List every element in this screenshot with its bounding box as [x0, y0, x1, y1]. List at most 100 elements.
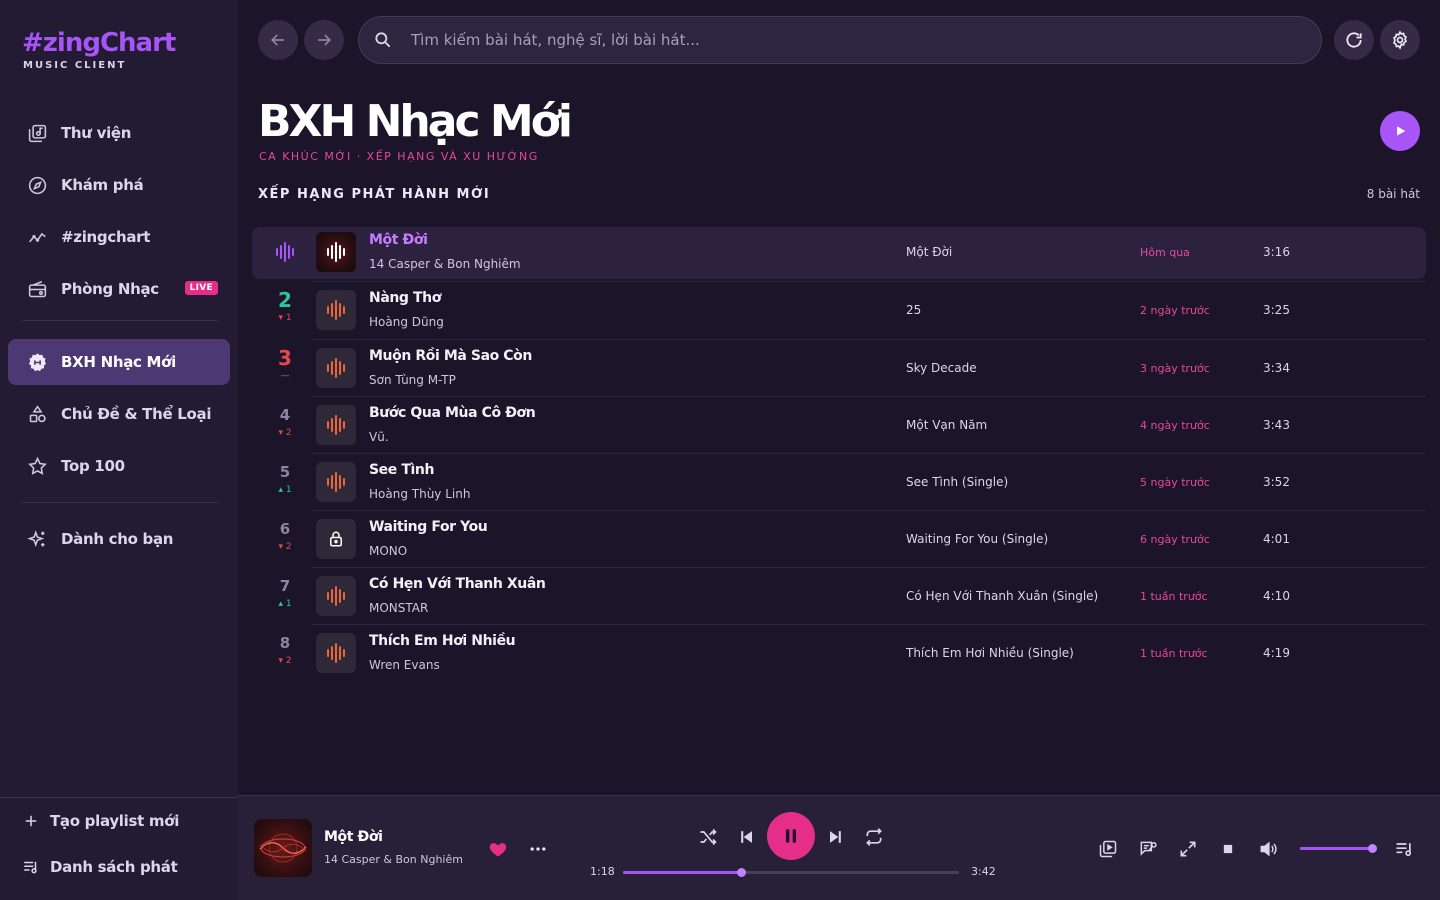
- table-row[interactable]: 7 ▴ 1 Có Hẹn Với Thanh Xuân MONSTAR Có Hẹn V…: [252, 571, 1426, 623]
- shuffle-button[interactable]: [696, 825, 720, 849]
- song-artist[interactable]: Wren Evans: [369, 658, 440, 672]
- like-button[interactable]: [486, 837, 510, 861]
- song-artist[interactable]: Hoàng Thùy Linh: [369, 487, 470, 501]
- song-title[interactable]: Nàng Thơ: [369, 290, 441, 306]
- play-pause-button[interactable]: [767, 812, 815, 860]
- song-title[interactable]: Thích Em Hơi Nhiều: [369, 633, 516, 649]
- song-album[interactable]: Sky Decade: [906, 361, 977, 375]
- release-date: 1 tuần trước: [1140, 590, 1208, 603]
- progress-handle[interactable]: [736, 868, 746, 877]
- repeat-button[interactable]: [862, 825, 886, 849]
- sidebar-item-label: Khám phá: [61, 176, 144, 194]
- logo-tagline: MUSIC CLIENT: [23, 60, 127, 71]
- play-all-button[interactable]: [1380, 111, 1420, 151]
- sidebar-footer: Tạo playlist mới Danh sách phát: [0, 797, 238, 900]
- pause-icon: [786, 829, 796, 843]
- song-duration: 3:16: [1263, 245, 1290, 259]
- now-playing-artist[interactable]: 14 Casper & Bon Nghiêm: [324, 853, 463, 866]
- sidebar-item-discover[interactable]: Khám phá: [8, 162, 230, 208]
- release-date: 2 ngày trước: [1140, 304, 1210, 317]
- release-date: 6 ngày trước: [1140, 533, 1210, 546]
- playlist-button[interactable]: [1392, 837, 1416, 861]
- row-divider: [312, 281, 1426, 282]
- mv-button[interactable]: [1096, 837, 1120, 861]
- next-button[interactable]: [823, 825, 847, 849]
- song-artist[interactable]: MONO: [369, 544, 407, 558]
- song-artist[interactable]: Sơn Tùng M-TP: [369, 373, 456, 387]
- sidebar-item-label: Chủ Đề & Thể Loại: [61, 405, 212, 423]
- lyrics-button[interactable]: [1136, 837, 1160, 861]
- table-row[interactable]: 4 ▾ 2 Bước Qua Mùa Cô Đơn Vũ. Một Vạn Năm 4 n…: [252, 400, 1426, 452]
- song-title[interactable]: Một Đời: [369, 232, 428, 248]
- song-thumbnail: [316, 576, 356, 616]
- search-input[interactable]: [411, 31, 1291, 49]
- rank-number: 2: [278, 288, 292, 312]
- table-row[interactable]: Một Đời 14 Casper & Bon Nghiêm Một Đời Hôm …: [252, 227, 1426, 279]
- previous-button[interactable]: [735, 825, 759, 849]
- song-title[interactable]: Waiting For You: [369, 519, 488, 535]
- rank-change: ▴ 1: [278, 599, 292, 609]
- sidebar-item-topics[interactable]: Chủ Đề & Thể Loại: [8, 391, 230, 437]
- more-horizontal-icon: [530, 847, 546, 851]
- now-playing-title[interactable]: Một Đời: [324, 829, 383, 845]
- shapes-icon: [26, 403, 48, 425]
- stop-button[interactable]: [1216, 837, 1240, 861]
- song-duration: 3:52: [1263, 475, 1290, 489]
- more-options-button[interactable]: [526, 837, 550, 861]
- skip-back-icon: [741, 831, 752, 843]
- table-row[interactable]: 3— Muộn Rồi Mà Sao Còn Sơn Tùng M-TP Sky De…: [252, 343, 1426, 395]
- sidebar-item-radio[interactable]: Phòng Nhạc LIVE: [8, 266, 230, 312]
- song-title[interactable]: See Tình: [369, 462, 434, 478]
- sidebar-item-library[interactable]: Thư viện: [8, 110, 230, 156]
- logo[interactable]: #zingChart MUSIC CLIENT: [22, 28, 176, 71]
- rank-change: —: [280, 371, 290, 381]
- song-title[interactable]: Muộn Rồi Mà Sao Còn: [369, 348, 532, 364]
- song-artist[interactable]: 14 Casper & Bon Nghiêm: [369, 257, 521, 271]
- song-artist[interactable]: Hoàng Dũng: [369, 315, 444, 329]
- sidebar-item-top100[interactable]: Top 100: [8, 443, 230, 489]
- queue-button[interactable]: Danh sách phát: [22, 858, 178, 876]
- song-artist[interactable]: Vũ.: [369, 430, 389, 444]
- song-thumbnail: [316, 462, 356, 502]
- song-album[interactable]: Thích Em Hơi Nhiều (Single): [906, 646, 1074, 660]
- song-album[interactable]: 25: [906, 303, 921, 317]
- table-row[interactable]: 5 ▴ 1 See Tình Hoàng Thùy Linh See Tình (Sin…: [252, 457, 1426, 509]
- song-duration: 3:25: [1263, 303, 1290, 317]
- heart-icon: [489, 843, 507, 857]
- row-divider: [312, 396, 1426, 397]
- song-album[interactable]: Một Vạn Năm: [906, 418, 987, 432]
- sidebar-item-for-you[interactable]: Dành cho bạn: [8, 516, 230, 562]
- row-divider: [312, 567, 1426, 568]
- table-row[interactable]: 6 ▾ 2 Waiting For You MONO Waiting For You (…: [252, 514, 1426, 566]
- sidebar-item-new-release-chart[interactable]: BXH Nhạc Mới: [8, 339, 230, 385]
- song-title[interactable]: Bước Qua Mùa Cô Đơn: [369, 405, 536, 421]
- settings-button[interactable]: [1380, 20, 1420, 60]
- stop-icon: [1223, 844, 1233, 854]
- volume-button[interactable]: [1256, 837, 1280, 861]
- rank-change: ▴ 1: [278, 485, 292, 495]
- fullscreen-button[interactable]: [1176, 837, 1200, 861]
- song-album[interactable]: Một Đời: [906, 245, 952, 259]
- volume-slider[interactable]: [1300, 844, 1377, 853]
- table-row[interactable]: 8 ▾ 2 Thích Em Hơi Nhiều Wren Evans Thích Em…: [252, 628, 1426, 680]
- song-album[interactable]: Waiting For You (Single): [906, 532, 1048, 546]
- release-date: Hôm qua: [1140, 246, 1190, 259]
- back-button[interactable]: [258, 20, 298, 60]
- forward-button[interactable]: [304, 20, 344, 60]
- refresh-button[interactable]: [1334, 20, 1374, 60]
- table-row[interactable]: 2 ▾ 1 Nàng Thơ Hoàng Dũng 25 2 ngày trước 3:25: [252, 285, 1426, 337]
- sidebar-item-zingchart[interactable]: #zingchart: [8, 214, 230, 260]
- song-title[interactable]: Có Hẹn Với Thanh Xuân: [369, 576, 546, 592]
- song-thumbnail: [316, 348, 356, 388]
- rank-change: ▾ 1: [278, 313, 292, 323]
- song-artist[interactable]: MONSTAR: [369, 601, 428, 615]
- song-album[interactable]: Có Hẹn Với Thanh Xuân (Single): [906, 589, 1098, 603]
- volume-handle[interactable]: [1368, 844, 1377, 853]
- playlist-icon: [1396, 843, 1412, 857]
- logo-text: #zingChart: [22, 28, 176, 58]
- sidebar-item-label: Thư viện: [61, 124, 132, 142]
- create-playlist-button[interactable]: Tạo playlist mới: [22, 812, 179, 830]
- song-album[interactable]: See Tình (Single): [906, 475, 1008, 489]
- progress-bar[interactable]: [623, 868, 959, 877]
- song-count: 8 bài hát: [1366, 187, 1420, 201]
